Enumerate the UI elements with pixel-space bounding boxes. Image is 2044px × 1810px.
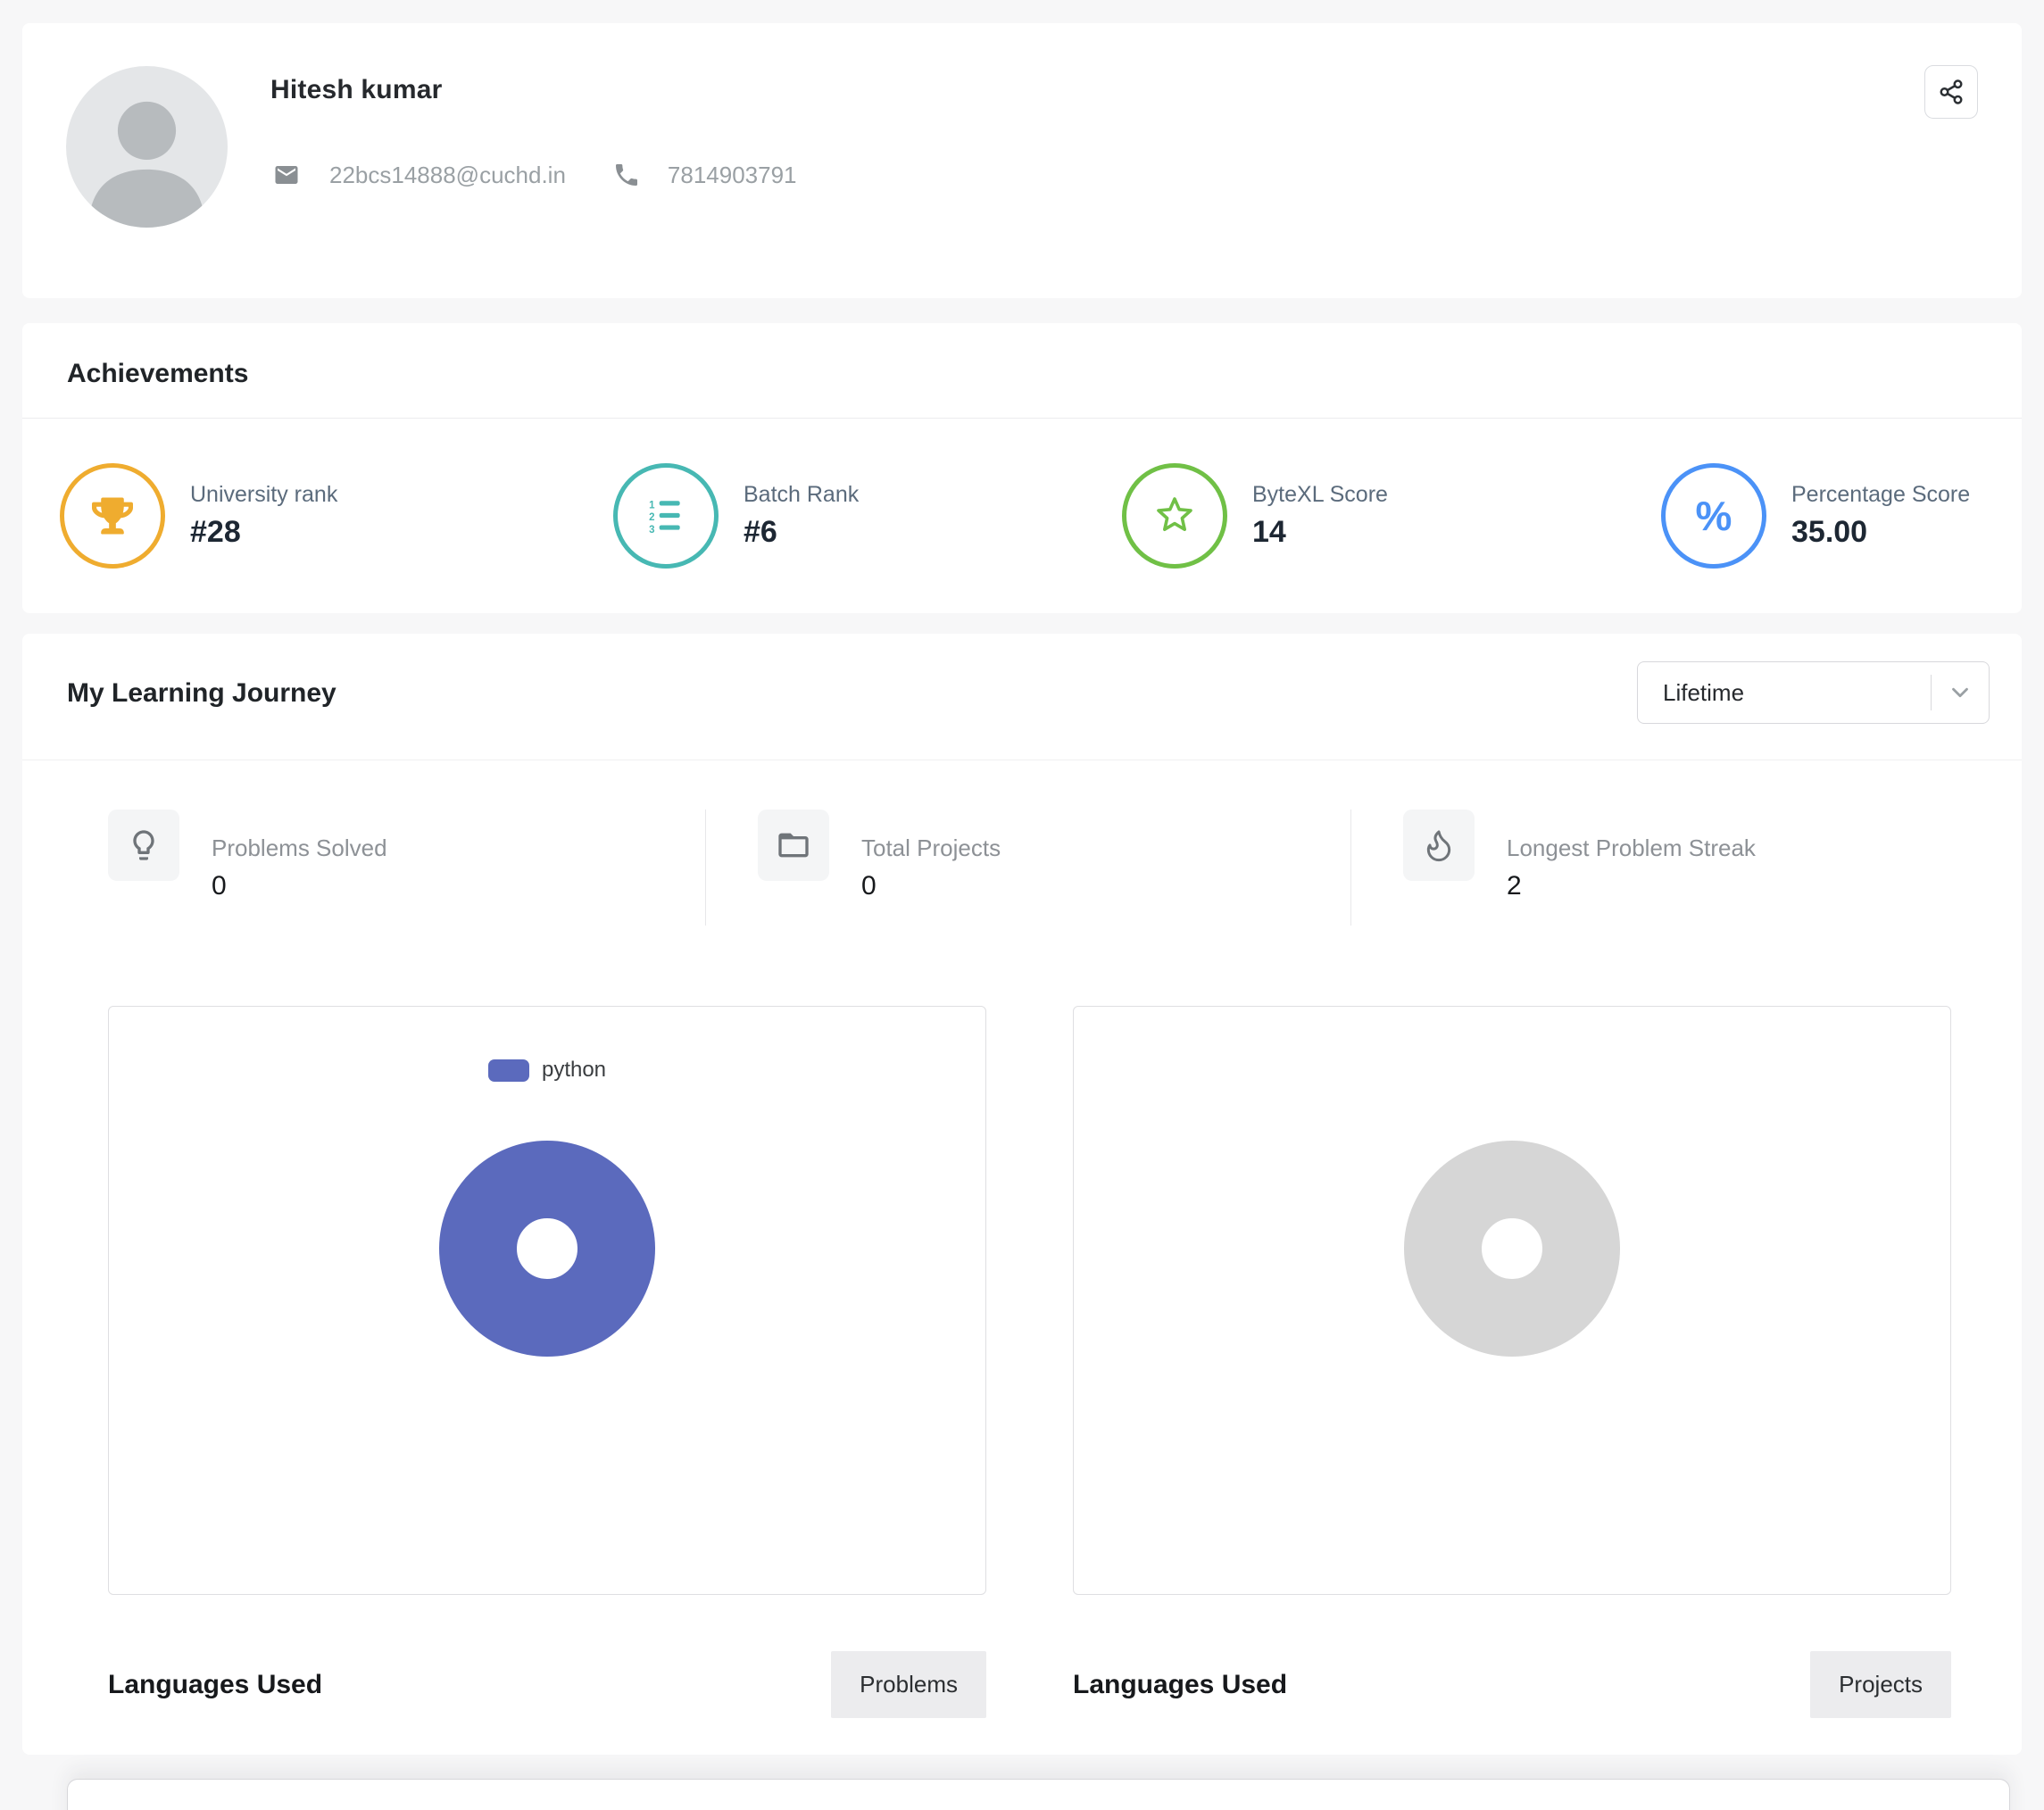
stat-label: Problems Solved xyxy=(212,834,387,862)
stat-texts: Longest Problem Streak 2 xyxy=(1507,834,1756,901)
email-icon xyxy=(270,162,303,188)
legend-label-python: python xyxy=(542,1058,606,1083)
problems-chip[interactable]: Problems xyxy=(831,1651,986,1718)
stat-problems-solved: Problems Solved 0 xyxy=(22,810,705,926)
stats-row: Problems Solved 0 Total Projects 0 xyxy=(22,810,2022,926)
projects-donut-chart[interactable] xyxy=(1404,1141,1620,1357)
time-filter-dropdown[interactable]: Lifetime xyxy=(1637,661,1990,724)
trophy-badge xyxy=(60,463,165,569)
stat-total-projects: Total Projects 0 xyxy=(705,810,1350,926)
achievement-label: Percentage Score xyxy=(1791,482,1970,508)
ordered-list-badge: 1 2 3 xyxy=(613,463,719,569)
contact-row: 22bcs14888@cuchd.in 7814903791 xyxy=(270,161,797,189)
time-filter-value: Lifetime xyxy=(1663,679,1931,707)
achievement-university-rank: University rank #28 xyxy=(60,463,613,569)
stat-longest-problem-streak: Longest Problem Streak 2 xyxy=(1350,810,2022,926)
share-icon xyxy=(1938,79,1965,105)
stat-texts: Total Projects 0 xyxy=(861,834,1001,901)
trophy-icon xyxy=(92,495,133,536)
flame-tile xyxy=(1403,810,1475,881)
next-section-card xyxy=(67,1779,2010,1810)
languages-used-title: Languages Used xyxy=(108,1670,322,1700)
profile-phone: 7814903791 xyxy=(668,162,797,189)
stat-label: Total Projects xyxy=(861,834,1001,862)
achievement-texts: Percentage Score 35.00 xyxy=(1791,482,1970,550)
ordered-list-icon: 1 2 3 xyxy=(645,495,686,536)
achievement-percentage-score: % Percentage Score 35.00 xyxy=(1661,463,2022,569)
star-icon xyxy=(1153,494,1196,537)
stat-value: 0 xyxy=(212,871,387,901)
svg-text:2: 2 xyxy=(649,512,654,523)
projects-chip[interactable]: Projects xyxy=(1810,1651,1951,1718)
projects-languages-chart xyxy=(1073,1006,1951,1595)
languages-used-row: Languages Used Problems Languages Used P… xyxy=(22,1651,2022,1718)
languages-used-problems-section: Languages Used Problems xyxy=(108,1651,986,1718)
learning-journey-card: My Learning Journey Lifetime xyxy=(22,634,2022,1755)
achievement-texts: Batch Rank #6 xyxy=(744,482,859,550)
stat-label: Longest Problem Streak xyxy=(1507,834,1756,862)
profile-card: Hitesh kumar 22bcs14888@cuchd.in 7814903… xyxy=(22,23,2022,298)
legend-swatch-python xyxy=(488,1059,529,1082)
achievement-value: #28 xyxy=(190,515,337,550)
achievement-bytexl-score: ByteXL Score 14 xyxy=(1122,463,1661,569)
achievement-value: #6 xyxy=(744,515,859,550)
charts-row: python xyxy=(22,1006,2022,1595)
achievements-row: University rank #28 1 2 3 Batch xyxy=(22,419,2022,613)
achievement-label: Batch Rank xyxy=(744,482,859,508)
percent-icon: % xyxy=(1696,492,1732,540)
phone-icon xyxy=(612,161,641,189)
learning-journey-header: My Learning Journey Lifetime xyxy=(22,634,2022,760)
profile-email: 22bcs14888@cuchd.in xyxy=(329,162,566,189)
lightbulb-icon xyxy=(126,827,162,863)
achievement-label: University rank xyxy=(190,482,337,508)
stat-value: 2 xyxy=(1507,871,1756,901)
languages-used-title: Languages Used xyxy=(1073,1670,1287,1700)
achievement-batch-rank: 1 2 3 Batch Rank #6 xyxy=(613,463,1122,569)
profile-info: Hitesh kumar 22bcs14888@cuchd.in 7814903… xyxy=(270,66,797,255)
share-button[interactable] xyxy=(1924,65,1978,119)
profile-name: Hitesh kumar xyxy=(270,75,797,105)
folder-tile xyxy=(758,810,829,881)
lightbulb-tile xyxy=(108,810,179,881)
avatar xyxy=(66,66,228,228)
languages-used-projects-section: Languages Used Projects xyxy=(1073,1651,1951,1718)
achievement-value: 35.00 xyxy=(1791,515,1970,550)
folder-icon xyxy=(776,827,811,863)
chart-legend[interactable]: python xyxy=(488,1059,606,1082)
problems-donut-chart[interactable] xyxy=(439,1141,655,1357)
star-badge xyxy=(1122,463,1227,569)
flame-icon xyxy=(1421,827,1457,863)
stat-texts: Problems Solved 0 xyxy=(212,834,387,901)
person-silhouette-icon xyxy=(66,66,228,228)
achievements-card: Achievements University rank #28 1 xyxy=(22,323,2022,613)
percent-badge: % xyxy=(1661,463,1766,569)
svg-text:3: 3 xyxy=(649,525,654,536)
profile-dashboard-page: Hitesh kumar 22bcs14888@cuchd.in 7814903… xyxy=(0,0,2044,1810)
svg-text:1: 1 xyxy=(649,501,655,511)
stat-value: 0 xyxy=(861,871,1001,901)
achievements-title: Achievements xyxy=(22,323,2022,419)
achievement-label: ByteXL Score xyxy=(1252,482,1388,508)
chevron-down-icon xyxy=(1932,679,1989,706)
achievement-value: 14 xyxy=(1252,515,1388,550)
achievement-texts: University rank #28 xyxy=(190,482,337,550)
achievement-texts: ByteXL Score 14 xyxy=(1252,482,1388,550)
problems-languages-chart: python xyxy=(108,1006,986,1595)
